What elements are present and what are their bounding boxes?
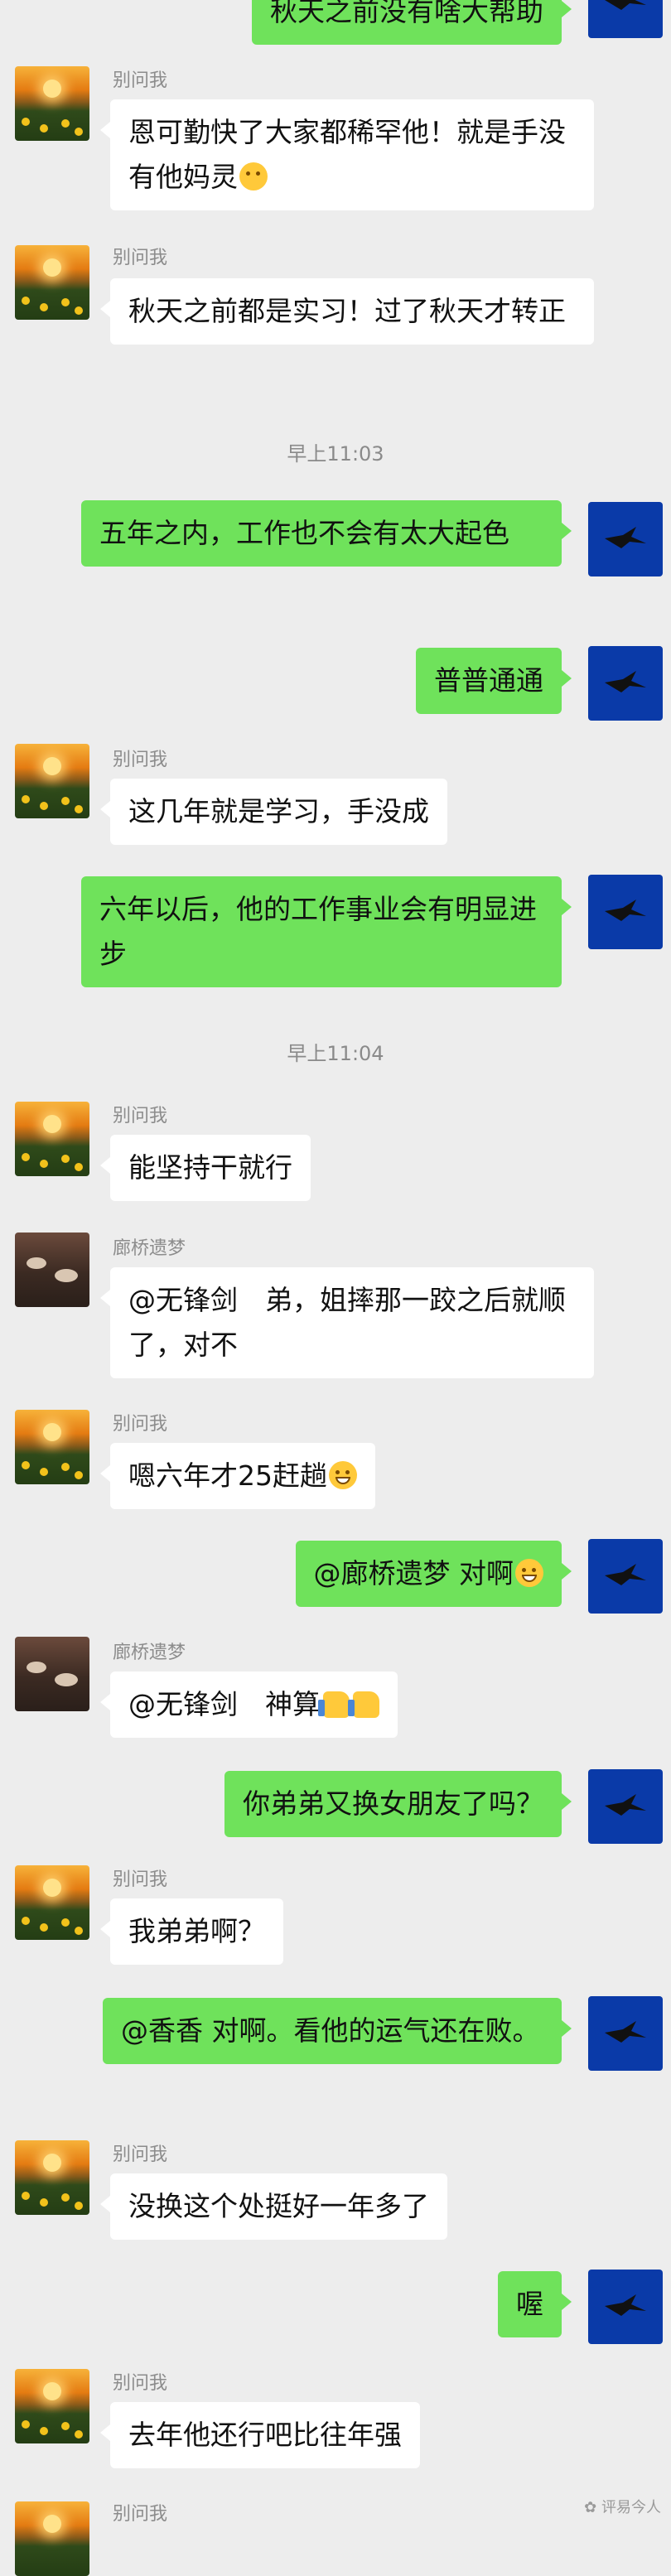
message-bubble-in[interactable]: 去年他还行吧比往年强 xyxy=(100,2402,420,2468)
message-bubble-in[interactable]: 没换这个处挺好一年多了 xyxy=(100,2173,447,2240)
message-bubble-in[interactable]: 恩可勤快了大家都稀罕他！就是手没有他妈灵 xyxy=(100,99,594,210)
message-bubble-out[interactable]: 六年以后，他的工作事业会有明显进步 xyxy=(81,876,572,987)
message-text: 去年他还行吧比往年强 xyxy=(128,2419,402,2451)
self-avatar[interactable] xyxy=(588,1996,663,2071)
sender-avatar[interactable] xyxy=(15,1410,89,1484)
message-text: @无锋剑 弟，姐摔那一跤之后就顺了，对不 xyxy=(128,1284,566,1361)
bird-icon xyxy=(605,2021,646,2043)
message-bubble-out[interactable]: 你弟弟又换女朋友了吗？ xyxy=(224,1771,572,1837)
sender-avatar[interactable] xyxy=(15,245,89,320)
sender-name: 别问我 xyxy=(113,2504,168,2525)
sender-name: 别问我 xyxy=(113,1106,168,1126)
message-bubble-out[interactable]: 喔 xyxy=(498,2271,572,2337)
message-bubble-in[interactable]: 嗯六年才25赶趟 xyxy=(100,1443,375,1509)
self-avatar[interactable] xyxy=(588,1539,663,1614)
sender-name: 别问我 xyxy=(113,750,168,770)
self-avatar[interactable] xyxy=(588,502,663,576)
message-bubble-out[interactable]: 五年之内，工作也不会有太大起色 xyxy=(81,500,572,567)
grin-emoji-icon xyxy=(329,1461,357,1489)
sender-name: 别问我 xyxy=(113,2373,168,2394)
sender-avatar[interactable] xyxy=(15,2501,89,2576)
sender-name: 别问我 xyxy=(113,70,168,91)
message-bubble-in[interactable]: 秋天之前都是实习！过了秋天才转正 xyxy=(100,278,594,345)
bird-icon xyxy=(605,0,646,10)
message-text: 喔 xyxy=(516,2288,543,2320)
message-text: 能坚持干就行 xyxy=(128,1151,292,1184)
watermark: ✿ 评易今人 xyxy=(584,2499,661,2516)
bird-icon xyxy=(605,900,646,921)
message-text: @香香 对啊。看他的运气还在败。 xyxy=(121,2014,540,2047)
message-text: 恩可勤快了大家都稀罕他！就是手没有他妈灵 xyxy=(128,116,566,193)
bird-icon xyxy=(605,1564,646,1585)
grin-emoji-icon xyxy=(515,1559,543,1587)
bird-icon xyxy=(605,671,646,692)
message-bubble-out[interactable]: 普普通通 xyxy=(416,648,572,714)
message-bubble-out[interactable]: @廊桥遗梦 对啊 xyxy=(295,1541,572,1607)
message-text: 秋天之前都是实习！过了秋天才转正 xyxy=(128,295,566,327)
message-text: 这几年就是学习，手没成 xyxy=(128,795,429,827)
message-bubble-out[interactable]: 秋天之前没有啥大帮助 xyxy=(252,0,572,45)
message-bubble-in[interactable]: @无锋剑 神算 xyxy=(100,1672,398,1738)
self-avatar[interactable] xyxy=(588,1769,663,1844)
thumbs-up-emoji-icon xyxy=(318,1691,350,1718)
message-text: 普普通通 xyxy=(434,664,543,697)
message-text: 嗯六年才25赶趟 xyxy=(128,1459,327,1492)
sender-avatar[interactable] xyxy=(15,1102,89,1176)
sender-name: 别问我 xyxy=(113,248,168,268)
bird-icon xyxy=(605,1794,646,1816)
sender-name: 廊桥遗梦 xyxy=(113,1643,186,1663)
message-bubble-in[interactable]: 我弟弟啊？ xyxy=(100,1898,283,1965)
sender-avatar[interactable] xyxy=(15,2369,89,2443)
sender-name: 廊桥遗梦 xyxy=(113,1238,186,1259)
sender-avatar[interactable] xyxy=(15,1865,89,1940)
message-text: 你弟弟又换女朋友了吗？ xyxy=(243,1787,543,1820)
sender-name: 别问我 xyxy=(113,2144,168,2165)
message-bubble-out[interactable]: @香香 对啊。看他的运气还在败。 xyxy=(103,1998,572,2064)
sender-avatar[interactable] xyxy=(15,744,89,818)
message-bubble-in[interactable]: 这几年就是学习，手没成 xyxy=(100,779,447,845)
message-text: 六年以后，他的工作事业会有明显进步 xyxy=(99,893,537,970)
message-text: 秋天之前没有啥大帮助 xyxy=(270,0,543,27)
bird-icon xyxy=(605,2294,646,2316)
other-avatar[interactable] xyxy=(15,1233,89,1307)
thinking-emoji-icon xyxy=(239,162,268,191)
message-bubble-in[interactable]: @无锋剑 弟，姐摔那一跤之后就顺了，对不 xyxy=(100,1267,594,1378)
sender-avatar[interactable] xyxy=(15,2140,89,2215)
self-avatar[interactable] xyxy=(588,2270,663,2344)
message-text: 没换这个处挺好一年多了 xyxy=(128,2190,429,2222)
sender-avatar[interactable] xyxy=(15,66,89,141)
sender-name: 别问我 xyxy=(113,1869,168,1890)
thumbs-up-emoji-icon xyxy=(348,1691,379,1718)
sender-name: 别问我 xyxy=(113,1414,168,1435)
message-bubble-in[interactable]: 能坚持干就行 xyxy=(100,1135,311,1201)
other-avatar[interactable] xyxy=(15,1637,89,1711)
self-avatar[interactable] xyxy=(588,875,663,949)
wechat-icon: ✿ xyxy=(584,2499,597,2516)
self-avatar[interactable] xyxy=(588,0,663,38)
timestamp: 早上11:04 xyxy=(287,1042,384,1065)
message-text: @廊桥遗梦 对啊 xyxy=(313,1557,514,1589)
message-text: 我弟弟啊？ xyxy=(128,1915,265,1947)
self-avatar[interactable] xyxy=(588,646,663,721)
message-text: 五年之内，工作也不会有太大起色 xyxy=(99,517,509,549)
timestamp: 早上11:03 xyxy=(287,442,384,466)
message-text: @无锋剑 神算 xyxy=(128,1688,320,1720)
bird-icon xyxy=(605,527,646,548)
